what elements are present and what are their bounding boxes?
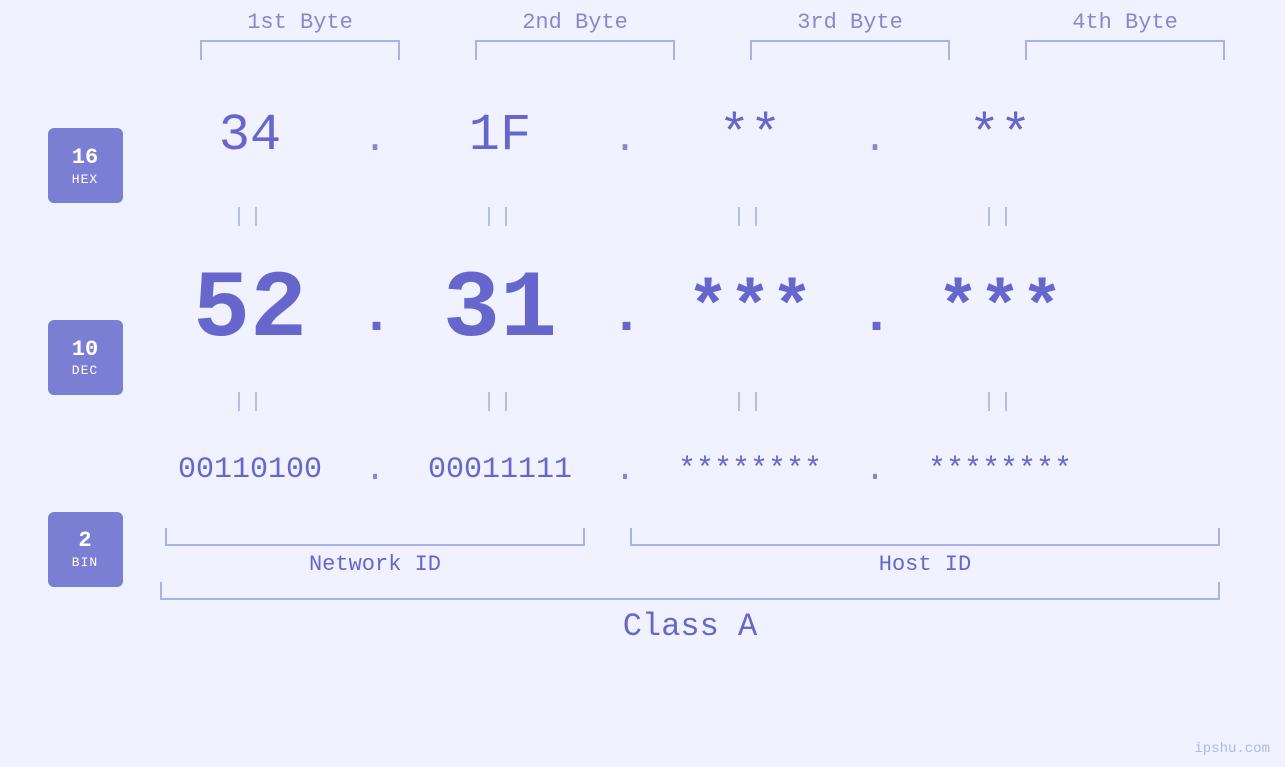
- network-id-label: Network ID: [309, 552, 441, 577]
- dec-values-row: 52 . 31 . *** . ***: [140, 235, 1240, 385]
- dec-b3-value: ***: [687, 271, 813, 350]
- hex-badge-num: 16: [72, 145, 98, 171]
- network-bracket: [165, 528, 585, 546]
- sep6: ||: [390, 391, 610, 414]
- hex-b2-value: 1F: [469, 106, 531, 165]
- bin-badge-num: 2: [78, 528, 91, 554]
- hex-dot3: .: [860, 118, 890, 163]
- host-id-label: Host ID: [879, 552, 971, 577]
- hex-dot1: .: [360, 118, 390, 163]
- class-group: Class A: [140, 582, 1240, 645]
- byte-headers-row: 1st Byte 2nd Byte 3rd Byte 4th Byte: [163, 10, 1263, 35]
- dec-badge-label: DEC: [72, 363, 98, 378]
- bin-values-row: 00110100 . 00011111 . ******** . *******…: [140, 420, 1240, 520]
- sep3: ||: [640, 206, 860, 229]
- sep8: ||: [890, 391, 1110, 414]
- dec-byte2: 31: [390, 256, 610, 364]
- hex-b4-value: **: [969, 106, 1031, 165]
- dec-dot3: .: [860, 284, 890, 347]
- sep1: ||: [140, 206, 360, 229]
- hex-byte2: 1F: [390, 106, 610, 165]
- main-layout: 16 HEX 10 DEC 2 BIN 34 . 1F: [0, 60, 1285, 645]
- bin-byte3: ********: [640, 453, 860, 487]
- top-brackets-row: [163, 40, 1263, 60]
- bracket-top-4: [1025, 40, 1225, 60]
- host-id-group: Host ID: [610, 528, 1240, 577]
- bin-dot2: .: [610, 450, 640, 490]
- bin-b3-value: ********: [678, 453, 822, 487]
- dec-byte4: ***: [890, 271, 1110, 350]
- dec-b4-value: ***: [937, 271, 1063, 350]
- hex-badge: 16 HEX: [48, 128, 123, 203]
- watermark: ipshu.com: [1194, 741, 1270, 757]
- sep-hex-dec: || || || ||: [140, 200, 1240, 235]
- hex-b3-value: **: [719, 106, 781, 165]
- dec-dot2: .: [610, 284, 640, 347]
- host-bracket: [630, 528, 1220, 546]
- hex-b1-value: 34: [219, 106, 281, 165]
- bracket-top-1: [200, 40, 400, 60]
- dec-badge-num: 10: [72, 337, 98, 363]
- values-column: 34 . 1F . ** . ** || ||: [140, 60, 1285, 645]
- sep5: ||: [140, 391, 360, 414]
- bin-b1-value: 00110100: [178, 453, 322, 487]
- bin-byte2: 00011111: [390, 453, 610, 487]
- hex-byte4: **: [890, 106, 1110, 165]
- dec-b2-value: 31: [443, 256, 557, 364]
- dec-b1-value: 52: [193, 256, 307, 364]
- badges-column: 16 HEX 10 DEC 2 BIN: [0, 60, 140, 645]
- byte2-header: 2nd Byte: [465, 10, 685, 35]
- dec-badge: 10 DEC: [48, 320, 123, 395]
- byte4-header: 4th Byte: [1015, 10, 1235, 35]
- bin-b2-value: 00011111: [428, 453, 572, 487]
- class-bracket: [160, 582, 1220, 600]
- bin-b4-value: ********: [928, 453, 1072, 487]
- bracket-top-2: [475, 40, 675, 60]
- network-id-group: Network ID: [140, 528, 610, 577]
- hex-byte3: **: [640, 106, 860, 165]
- byte3-header: 3rd Byte: [740, 10, 960, 35]
- dec-byte1: 52: [140, 256, 360, 364]
- main-container: 1st Byte 2nd Byte 3rd Byte 4th Byte 16 H…: [0, 0, 1285, 767]
- hex-dot2: .: [610, 118, 640, 163]
- dec-dot1: .: [360, 284, 390, 347]
- sep2: ||: [390, 206, 610, 229]
- bottom-labels-row: Network ID Host ID: [140, 528, 1240, 577]
- dec-byte3: ***: [640, 271, 860, 350]
- sep-dec-bin: || || || ||: [140, 385, 1240, 420]
- bin-badge: 2 BIN: [48, 512, 123, 587]
- class-label: Class A: [623, 608, 757, 645]
- bin-byte4: ********: [890, 453, 1110, 487]
- byte1-header: 1st Byte: [190, 10, 410, 35]
- bracket-top-3: [750, 40, 950, 60]
- hex-badge-label: HEX: [72, 172, 98, 187]
- hex-values-row: 34 . 1F . ** . **: [140, 70, 1240, 200]
- bin-dot3: .: [860, 450, 890, 490]
- bin-badge-label: BIN: [72, 555, 98, 570]
- hex-byte1: 34: [140, 106, 360, 165]
- sep7: ||: [640, 391, 860, 414]
- sep4: ||: [890, 206, 1110, 229]
- bin-dot1: .: [360, 450, 390, 490]
- bin-byte1: 00110100: [140, 453, 360, 487]
